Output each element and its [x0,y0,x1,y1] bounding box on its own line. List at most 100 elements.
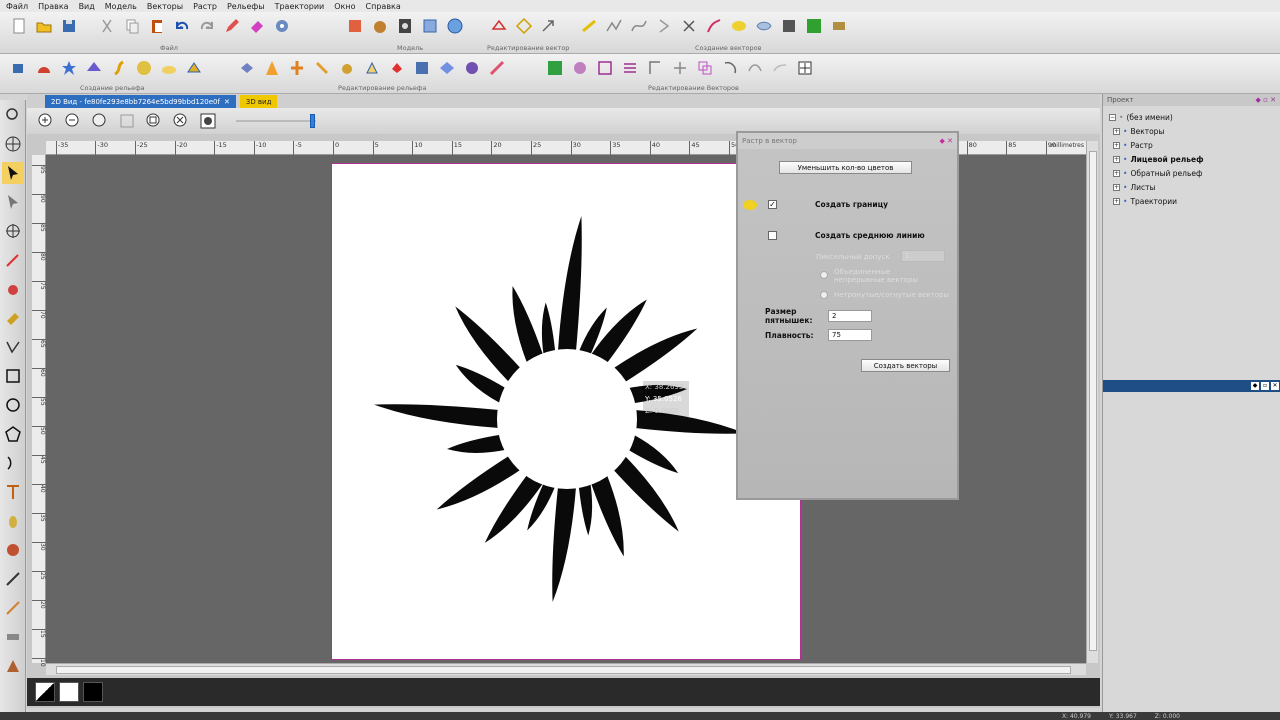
model-sheet[interactable] [331,163,801,660]
polyline-icon[interactable] [603,15,624,36]
sculpt-tool-icon[interactable] [2,510,24,532]
reduce-colors-button[interactable]: Уменьшить кол-во цветов [779,161,912,174]
paint-tool-icon[interactable] [2,278,24,300]
relief-shape-icon[interactable] [8,57,29,78]
transform-tool-icon[interactable] [2,220,24,242]
transform-icon[interactable] [513,15,534,36]
swatch-white[interactable] [59,682,79,702]
relief-mirror-icon[interactable] [436,57,457,78]
panel-pin-icon[interactable]: ◆ [1251,382,1259,390]
relief-round-icon[interactable] [461,57,482,78]
vector-add-icon[interactable] [544,57,565,78]
vector-extend-icon[interactable] [769,57,790,78]
select-arrow-icon[interactable] [2,162,24,184]
grid-icon[interactable] [803,15,824,36]
menu-item-3[interactable]: Модель [105,2,137,11]
expand-icon[interactable]: + [1113,155,1120,163]
text-tool-icon[interactable] [2,481,24,503]
project-tree-item[interactable]: + • Обратный рельеф [1109,166,1280,180]
spot-size-input[interactable]: 2 [828,310,872,322]
vector-fillet-icon[interactable] [719,57,740,78]
vector-weld-icon[interactable] [569,57,590,78]
model-globe-icon[interactable] [444,15,465,36]
align-icon[interactable] [538,15,559,36]
expand-icon[interactable]: + [1113,183,1120,191]
relief-texture-icon[interactable] [133,57,154,78]
knife-tool-icon[interactable] [2,568,24,590]
smoothness-input[interactable]: 75 [828,329,872,341]
expand-icon[interactable]: + [1113,141,1120,149]
project-tree-item[interactable]: + • Листы [1109,180,1280,194]
zoom-icon[interactable] [2,104,24,126]
swatch-primary-secondary[interactable] [35,682,55,702]
expand-icon[interactable]: + [1113,197,1120,205]
menu-item-5[interactable]: Растр [193,2,217,11]
zoom-box-icon[interactable] [116,111,137,132]
relief-brush-icon[interactable] [486,57,507,78]
sun-tattoo-image[interactable] [332,164,802,661]
redo-icon[interactable] [196,15,217,36]
panel-controls-icon[interactable]: ◆ ▫ ✕ [1256,96,1276,104]
measure-tool-icon[interactable] [2,597,24,619]
relief-tool-icon[interactable] [2,539,24,561]
project-tree-item[interactable]: + • Растр [1109,138,1280,152]
model-size-icon[interactable] [344,15,365,36]
node-select-icon[interactable] [2,191,24,213]
pencil-icon[interactable] [221,15,242,36]
arc-tool-icon[interactable] [2,452,24,474]
menu-item-6[interactable]: Рельефы [227,2,265,11]
relief-flat-icon[interactable] [183,57,204,78]
menu-item-2[interactable]: Вид [79,2,95,11]
panel-restore-icon[interactable]: ▫ [1261,382,1269,390]
create-vectors-button[interactable]: Создать векторы [861,359,950,372]
tab-2d-view[interactable]: 2D Вид - fe80fe293e8bb7264e5bd99bbd120e0… [45,95,236,108]
pin-icon[interactable]: ◆ ✕ [940,137,953,145]
zoom-slider[interactable] [236,114,318,128]
expand-icon[interactable]: − [1109,113,1116,121]
relief-dome-icon[interactable] [33,57,54,78]
zoom-slider-thumb[interactable] [309,114,315,128]
zoom-all-icon[interactable] [170,111,191,132]
horizontal-scroll-thumb[interactable] [56,666,1071,674]
project-tree-item[interactable]: + • Лицевой рельеф [1109,152,1280,166]
tab-3d-view[interactable]: 3D вид [239,95,278,108]
arrow-icon[interactable] [653,15,674,36]
project-tree-item[interactable]: + • Траектории [1109,194,1280,208]
relief-offset-icon[interactable] [261,57,282,78]
relief-bitmap-icon[interactable] [336,57,357,78]
cut-icon[interactable] [96,15,117,36]
vector-group-icon[interactable] [694,57,715,78]
joined-vectors-radio[interactable] [820,271,828,279]
close-icon[interactable]: ✕ [224,98,230,106]
copy-icon[interactable] [121,15,142,36]
circle-tool-icon[interactable] [2,394,24,416]
relief-sculpt-icon[interactable] [311,57,332,78]
zoom-fit-icon[interactable] [143,111,164,132]
menu-item-1[interactable]: Правка [38,2,68,11]
relief-star-icon[interactable] [58,57,79,78]
menu-item-9[interactable]: Справка [366,2,401,11]
project-tree-item[interactable]: + • Векторы [1109,124,1280,138]
draw-line-icon[interactable] [578,15,599,36]
vector-move-icon[interactable] [794,57,815,78]
vector-offset-icon[interactable] [619,57,640,78]
vector-join-icon[interactable] [644,57,665,78]
expand-icon[interactable]: + [1113,127,1120,135]
menu-item-8[interactable]: Окно [334,2,355,11]
swatch-black[interactable] [83,682,103,702]
paste-icon[interactable] [146,15,167,36]
relief-tilt-icon[interactable] [386,57,407,78]
create-border-checkbox[interactable]: ✓ [768,200,777,209]
bezier-icon[interactable] [628,15,649,36]
zoom-out-icon[interactable] [62,111,83,132]
rectangle-tool-icon[interactable] [2,365,24,387]
view-settings-icon[interactable] [197,111,218,132]
pixel-tolerance-input[interactable]: 1 [901,250,945,262]
menu-item-4[interactable]: Векторы [147,2,183,11]
separate-vectors-radio[interactable] [820,291,828,299]
relief-extrude-icon[interactable] [83,57,104,78]
relief-wrap-icon[interactable] [411,57,432,78]
new-file-button[interactable] [8,15,29,36]
relief-smooth-icon[interactable] [286,57,307,78]
fit-icon[interactable] [753,15,774,36]
